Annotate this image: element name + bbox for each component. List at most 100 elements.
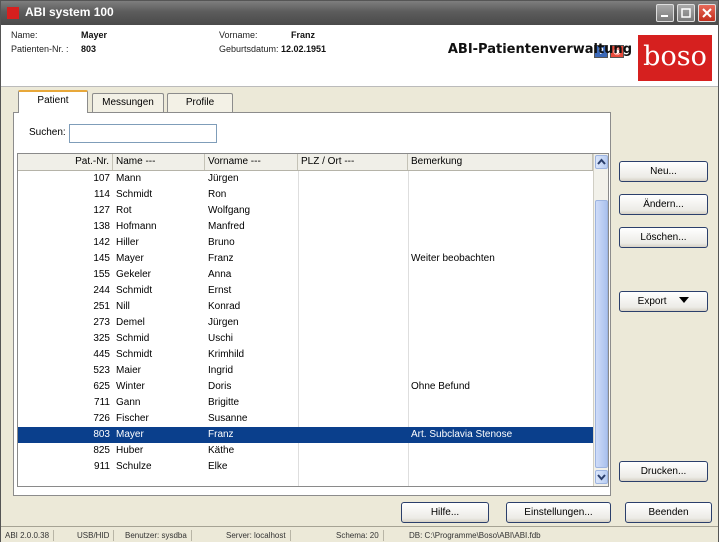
- column-header-name[interactable]: Name ---: [113, 154, 205, 170]
- cell-vorname: Franz: [208, 429, 234, 440]
- table-row[interactable]: 445 Schmidt Krimhild: [18, 347, 593, 363]
- cell-ort: [298, 251, 408, 267]
- vertical-scrollbar[interactable]: [593, 154, 608, 486]
- column-header-nr[interactable]: Pat.-Nr.: [18, 154, 113, 170]
- table-row[interactable]: 325 Schmid Uschi: [18, 331, 593, 347]
- export-button[interactable]: Export: [619, 291, 708, 312]
- minimize-button[interactable]: [656, 4, 674, 22]
- cell-nr: 244: [93, 285, 110, 296]
- table-row[interactable]: 114 Schmidt Ron: [18, 187, 593, 203]
- table-body: 107 Mann Jürgen 114 Schmidt Ron 127 Rot Wolfgang…: [18, 171, 593, 486]
- cell-ort: [298, 219, 408, 235]
- patient-id-value: 803: [81, 44, 97, 54]
- cell-name: Rot: [116, 205, 132, 216]
- cell-bemerkung: [408, 411, 593, 427]
- help-button[interactable]: Hilfe...: [401, 502, 489, 523]
- table-row[interactable]: 142 Hiller Bruno: [18, 235, 593, 251]
- cell-vorname: Konrad: [208, 301, 241, 312]
- cell-nr: 251: [93, 301, 110, 312]
- table-row[interactable]: 138 Hofmann Manfred: [18, 219, 593, 235]
- table-row[interactable]: 911 Schulze Elke: [18, 459, 593, 475]
- search-input[interactable]: [69, 124, 217, 143]
- table-row[interactable]: 155 Gekeler Anna: [18, 267, 593, 283]
- status-server: Server: localhost: [226, 530, 291, 541]
- cell-name: Schmidt: [116, 285, 153, 296]
- cell-name: Mann: [116, 173, 142, 184]
- cell-vorname: Manfred: [208, 221, 245, 232]
- cell-name: Maier: [116, 365, 142, 376]
- status-version: ABI 2.0.0.38: [5, 530, 55, 541]
- cell-ort: [298, 171, 408, 187]
- cell-bemerkung: Ohne Befund: [411, 381, 470, 392]
- table-row[interactable]: 107 Mann Jürgen: [18, 171, 593, 187]
- tab-profile[interactable]: Profile: [167, 93, 233, 112]
- app-title: ABI-Patientenverwaltung: [447, 42, 632, 57]
- table-row[interactable]: 127 Rot Wolfgang: [18, 203, 593, 219]
- cell-bemerkung: [408, 395, 593, 411]
- column-header-ort[interactable]: PLZ / Ort ---: [298, 154, 408, 170]
- birthdate-label: Geburtsdatum:: [219, 44, 279, 54]
- table-row[interactable]: 625 Winter Doris Ohne Befund: [18, 379, 593, 395]
- help-button-label: Hilfe...: [430, 507, 460, 518]
- cell-ort: [298, 331, 408, 347]
- table-row[interactable]: 523 Maier Ingrid: [18, 363, 593, 379]
- delete-button[interactable]: Löschen...: [619, 227, 708, 248]
- cell-nr: 138: [93, 221, 110, 232]
- table-row[interactable]: 244 Schmidt Ernst: [18, 283, 593, 299]
- cell-vorname: Franz: [208, 253, 234, 264]
- name-label: Name:: [11, 30, 38, 40]
- table-row[interactable]: 273 Demel Jürgen: [18, 315, 593, 331]
- status-schema: Schema: 20: [336, 530, 384, 541]
- cell-vorname: Bruno: [208, 237, 235, 248]
- tab-messungen[interactable]: Messungen: [92, 93, 164, 112]
- cell-nr: 145: [93, 253, 110, 264]
- new-button[interactable]: Neu...: [619, 161, 708, 182]
- print-button-label: Drucken...: [640, 466, 687, 477]
- cell-name: Hiller: [116, 237, 139, 248]
- firstname-label: Vorname:: [219, 30, 258, 40]
- delete-button-label: Löschen...: [640, 232, 687, 243]
- table-row[interactable]: 145 Mayer Franz Weiter beobachten: [18, 251, 593, 267]
- table-header: Pat.-Nr. Name --- Vorname --- PLZ / Ort …: [18, 154, 593, 171]
- maximize-button[interactable]: [677, 4, 695, 22]
- cell-ort: [298, 459, 408, 475]
- name-value: Mayer: [81, 30, 108, 40]
- scroll-down-button[interactable]: [595, 470, 608, 484]
- quit-button[interactable]: Beenden: [625, 502, 712, 523]
- column-header-bemerkung[interactable]: Bemerkung: [408, 154, 593, 170]
- column-header-vorname[interactable]: Vorname ---: [205, 154, 298, 170]
- table-row[interactable]: 726 Fischer Susanne: [18, 411, 593, 427]
- cell-bemerkung: [408, 187, 593, 203]
- cell-name: Nill: [116, 301, 130, 312]
- cell-ort: [298, 235, 408, 251]
- cell-vorname: Wolfgang: [208, 205, 251, 216]
- edit-button[interactable]: Ändern...: [619, 194, 708, 215]
- cell-nr: 523: [93, 365, 110, 376]
- cell-ort: [298, 203, 408, 219]
- cell-bemerkung: [408, 363, 593, 379]
- window-title: ABI system 100: [25, 5, 114, 19]
- cell-ort: [298, 187, 408, 203]
- print-button[interactable]: Drucken...: [619, 461, 708, 482]
- cell-name: Huber: [116, 445, 144, 456]
- tab-patient[interactable]: Patient: [18, 90, 88, 113]
- cell-nr: 155: [93, 269, 110, 280]
- status-db: DB: C:\Programme\Boso\ABI\ABI.fdb: [409, 531, 541, 540]
- cell-bemerkung: [408, 299, 593, 315]
- title-bar[interactable]: ABI system 100: [1, 1, 718, 25]
- quit-button-label: Beenden: [648, 507, 689, 518]
- close-button[interactable]: [698, 4, 716, 22]
- cell-bemerkung: [408, 459, 593, 475]
- table-row[interactable]: 711 Gann Brigitte: [18, 395, 593, 411]
- settings-button[interactable]: Einstellungen...: [506, 502, 611, 523]
- chevron-down-icon: [597, 474, 606, 481]
- cell-ort: [298, 267, 408, 283]
- table-row[interactable]: 803 Mayer Franz Art. Subclavia Stenose: [18, 427, 593, 443]
- table-row[interactable]: 251 Nill Konrad: [18, 299, 593, 315]
- application-window: ABI system 100 Name: Mayer Patienten-Nr.…: [0, 0, 719, 542]
- scroll-up-button[interactable]: [595, 155, 608, 169]
- table-row[interactable]: 825 Huber Käthe: [18, 443, 593, 459]
- scroll-thumb[interactable]: [595, 200, 608, 468]
- cell-vorname: Käthe: [208, 445, 235, 456]
- cell-name: Mayer: [116, 429, 144, 440]
